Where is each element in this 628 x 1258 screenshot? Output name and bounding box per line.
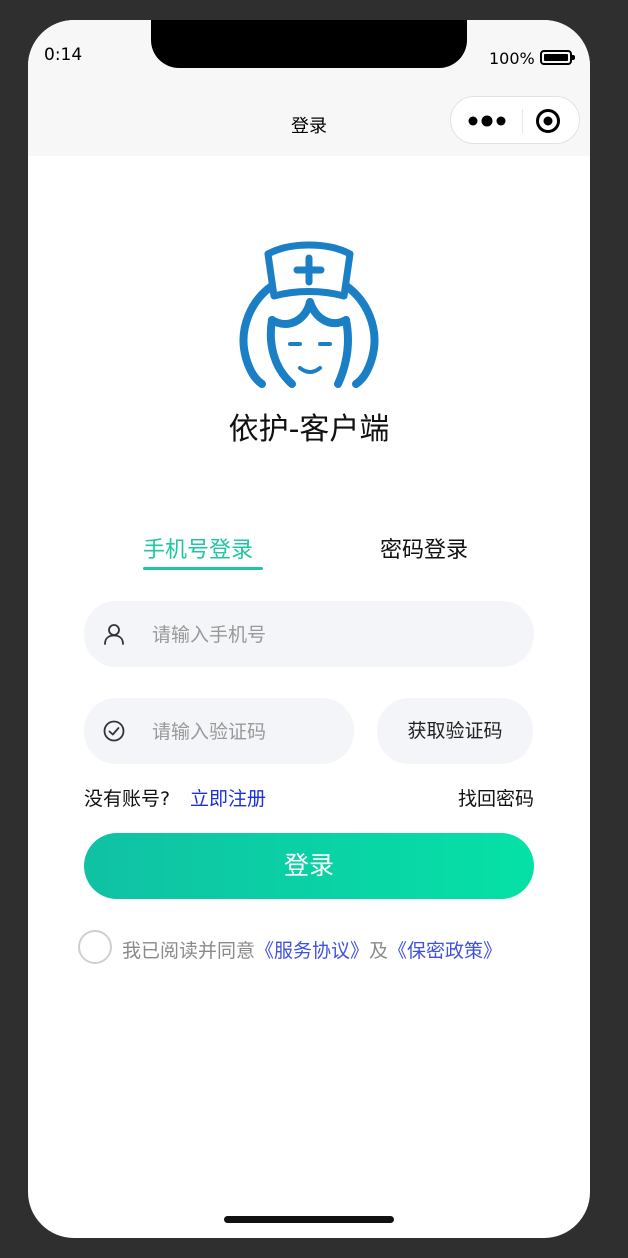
battery-percent: 100% (489, 49, 535, 68)
phone-field (84, 601, 534, 669)
phone-screen: 0:14 100% 登录 依护-客户端 手机号登录 密码登录 请输入手机号 请输… (28, 20, 590, 1238)
mini-program-capsule (450, 96, 580, 144)
tab-password-login[interactable]: 密码登录 (380, 532, 468, 564)
get-code-button[interactable]: 获取验证码 (377, 698, 533, 764)
battery-icon (540, 50, 575, 65)
check-circle-icon (103, 720, 125, 742)
code-input[interactable] (150, 698, 344, 766)
nurse-logo-icon (239, 241, 379, 388)
status-time: 0:14 (44, 45, 83, 65)
notch (151, 20, 467, 68)
home-indicator (224, 1216, 394, 1223)
agreement-and: 及 (369, 940, 389, 962)
code-field (84, 698, 354, 766)
tab-phone-login[interactable]: 手机号登录 (143, 532, 253, 564)
no-account-text: 没有账号? (84, 788, 171, 810)
active-tab-indicator (143, 567, 263, 570)
agreement-prefix: 我已阅读并同意 (122, 940, 256, 962)
nav-bar: 登录 (28, 96, 590, 156)
status-bar: 0:14 100% (28, 20, 590, 100)
login-button[interactable]: 登录 (84, 833, 534, 899)
capsule-target-icon[interactable] (535, 108, 561, 134)
register-link[interactable]: 立即注册 (190, 784, 266, 811)
agreement-row: 我已阅读并同意《服务协议》及《保密政策》 (78, 930, 548, 966)
agreement-checkbox[interactable] (78, 930, 112, 964)
phone-input[interactable] (150, 601, 514, 669)
agreement-text: 我已阅读并同意《服务协议》及《保密政策》 (122, 936, 502, 963)
capsule-divider (522, 109, 523, 133)
app-name: 依护-客户端 (228, 412, 390, 447)
user-icon (104, 624, 124, 645)
more-icon[interactable] (467, 109, 517, 133)
service-agreement-link[interactable]: 《服务协议》 (255, 940, 369, 962)
privacy-policy-link[interactable]: 《保密政策》 (388, 940, 502, 962)
account-links: 没有账号? 立即注册 找回密码 (84, 784, 534, 810)
forgot-password-link[interactable]: 找回密码 (458, 784, 534, 811)
